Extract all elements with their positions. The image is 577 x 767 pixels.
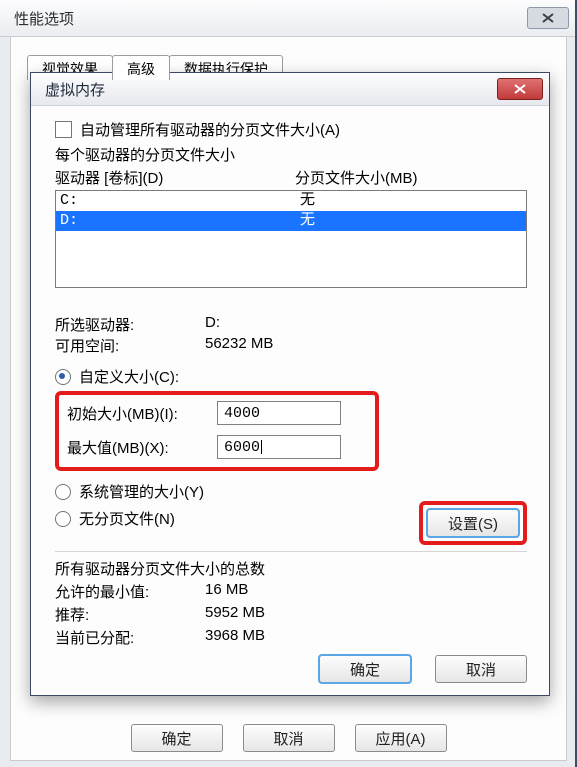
auto-manage-label: 自动管理所有驱动器的分页文件大小(A): [80, 119, 340, 140]
totals-block: 允许的最小值: 16 MB 推荐: 5952 MB 当前已分配: 3968 MB: [55, 581, 527, 648]
set-button-callout: 设置(S): [419, 501, 527, 545]
list-item[interactable]: C: 无: [56, 191, 526, 211]
col-drive-label: 驱动器 [卷标](D): [55, 167, 295, 188]
virtual-memory-dialog: 虚拟内存 自动管理所有驱动器的分页文件大小(A) 每个驱动器的分页文件大小 驱动…: [30, 72, 550, 696]
outer-close-button[interactable]: [527, 7, 569, 29]
col-size-label: 分页文件大小(MB): [295, 167, 418, 188]
drive-letter: D:: [60, 211, 300, 231]
initial-size-value: 4000: [224, 405, 260, 422]
outer-titlebar: 性能选项: [0, 0, 575, 37]
custom-size-callout: 初始大小(MB)(I): 4000 最大值(MB)(X): 6000: [55, 391, 379, 471]
inner-close-button[interactable]: [497, 78, 543, 100]
auto-manage-checkbox[interactable]: [55, 121, 72, 138]
inner-title: 虚拟内存: [45, 79, 497, 100]
drive-letter: C:: [60, 191, 300, 211]
inner-ok-button[interactable]: 确定: [319, 655, 411, 683]
inner-titlebar: 虚拟内存: [31, 73, 549, 106]
system-managed-radio[interactable]: [55, 484, 71, 500]
drive-list-headers: 驱动器 [卷标](D) 分页文件大小(MB): [55, 167, 527, 188]
free-space-value: 56232 MB: [205, 335, 273, 356]
selected-drive-info: 所选驱动器: D: 可用空间: 56232 MB: [55, 314, 527, 356]
max-size-label: 最大值(MB)(X):: [67, 437, 217, 458]
selected-drive-value: D:: [205, 314, 220, 335]
allocated-label: 当前已分配:: [55, 627, 205, 648]
min-allowed-label: 允许的最小值:: [55, 581, 205, 602]
outer-button-row: 确定 取消 应用(A): [11, 724, 566, 752]
outer-ok-button[interactable]: 确定: [131, 724, 223, 752]
free-space-label: 可用空间:: [55, 335, 205, 356]
initial-size-input[interactable]: 4000: [217, 401, 341, 425]
allocated-value: 3968 MB: [205, 627, 265, 648]
custom-size-radio-row: 自定义大小(C):: [55, 366, 527, 387]
auto-manage-row: 自动管理所有驱动器的分页文件大小(A): [55, 119, 527, 140]
drive-size: 无: [300, 191, 315, 211]
inner-body: 自动管理所有驱动器的分页文件大小(A) 每个驱动器的分页文件大小 驱动器 [卷标…: [55, 119, 527, 683]
system-managed-radio-row: 系统管理的大小(Y): [55, 481, 527, 502]
recommended-label: 推荐:: [55, 604, 205, 625]
text-caret-icon: [261, 440, 262, 454]
tab-advanced[interactable]: 高级: [112, 55, 170, 80]
per-drive-label: 每个驱动器的分页文件大小: [55, 144, 527, 165]
custom-size-radio[interactable]: [55, 369, 71, 385]
custom-size-label: 自定义大小(C):: [79, 366, 179, 387]
no-paging-radio[interactable]: [55, 511, 71, 527]
inner-cancel-button[interactable]: 取消: [435, 655, 527, 683]
inner-button-row: 确定 取消: [319, 655, 527, 683]
selected-drive-label: 所选驱动器:: [55, 314, 205, 335]
recommended-value: 5952 MB: [205, 604, 265, 625]
outer-apply-button[interactable]: 应用(A): [355, 724, 447, 752]
list-item[interactable]: D: 无: [56, 211, 526, 231]
initial-size-label: 初始大小(MB)(I):: [67, 403, 217, 424]
outer-title: 性能选项: [14, 8, 527, 29]
system-managed-label: 系统管理的大小(Y): [79, 481, 204, 502]
min-allowed-value: 16 MB: [205, 581, 248, 602]
outer-cancel-button[interactable]: 取消: [243, 724, 335, 752]
max-size-input[interactable]: 6000: [217, 435, 341, 459]
set-button[interactable]: 设置(S): [427, 509, 519, 537]
drive-size: 无: [300, 211, 315, 231]
no-paging-label: 无分页文件(N): [79, 508, 175, 529]
divider: [55, 551, 527, 552]
totals-header: 所有驱动器分页文件大小的总数: [55, 558, 527, 579]
max-size-value: 6000: [224, 439, 260, 456]
drive-listbox[interactable]: C: 无 D: 无: [55, 190, 527, 288]
